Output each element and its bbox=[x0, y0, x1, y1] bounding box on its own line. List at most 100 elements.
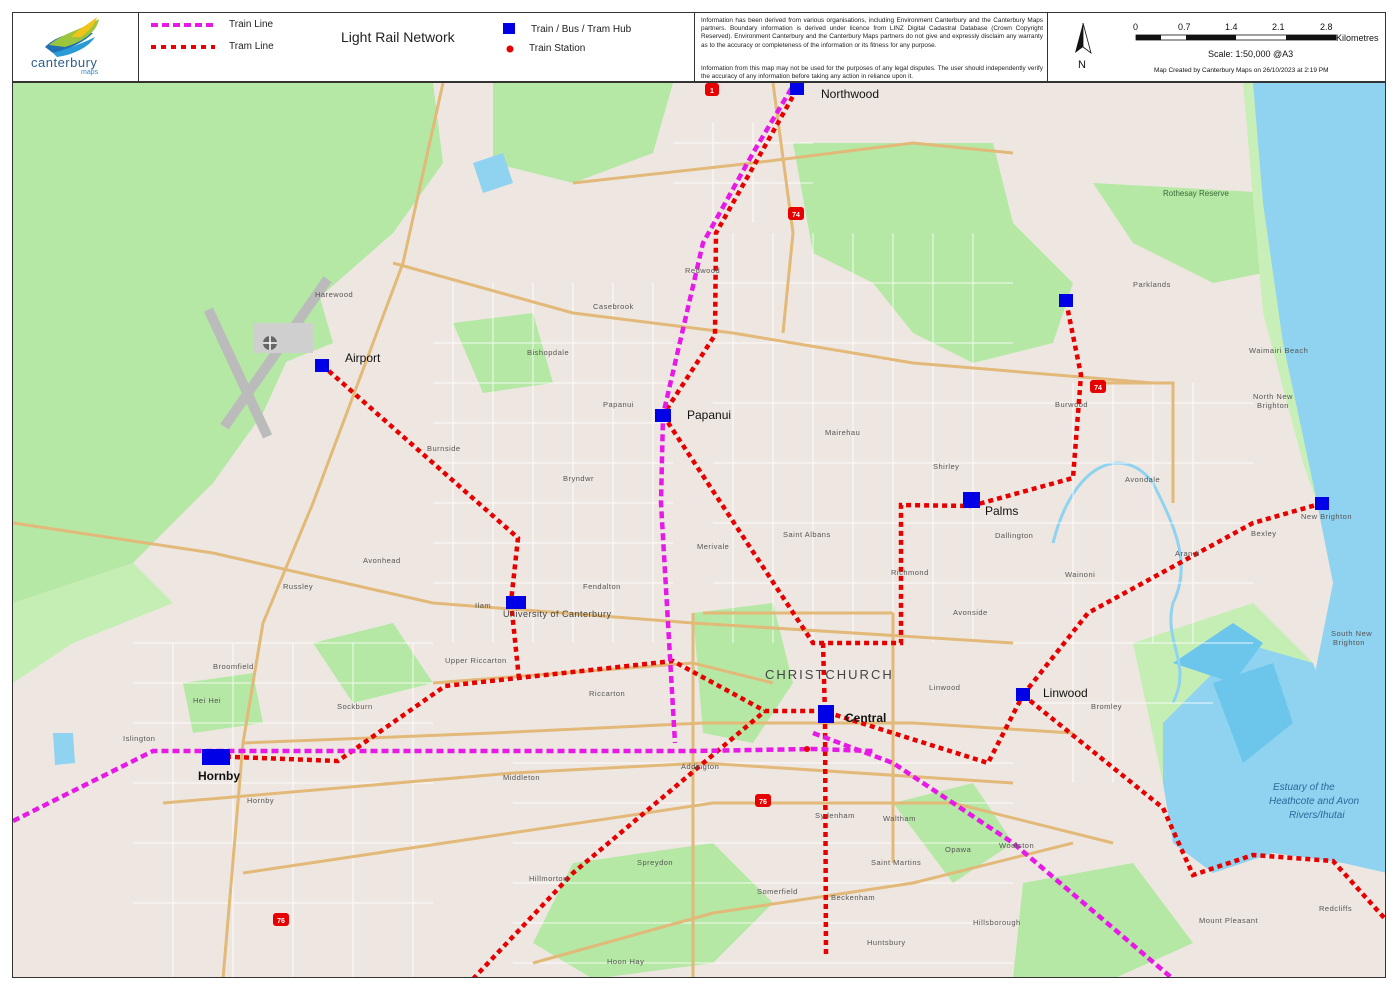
label-estuary-1: Estuary of the bbox=[1273, 782, 1335, 793]
svg-text:76: 76 bbox=[277, 918, 285, 925]
hub-label-hornby: Hornby bbox=[198, 769, 240, 783]
label-south-new-brighton-1: South New bbox=[1331, 629, 1372, 638]
label-hei-hei: Hei Hei bbox=[193, 696, 221, 705]
label-rothesay-reserve: Rothesay Reserve bbox=[1163, 189, 1229, 198]
label-north-new-brighton-2: Brighton bbox=[1257, 401, 1289, 410]
label-parklands: Parklands bbox=[1133, 280, 1171, 289]
svg-text:74: 74 bbox=[792, 212, 800, 219]
logo-sub: maps bbox=[81, 69, 99, 76]
hub-hornby[interactable] bbox=[202, 749, 230, 765]
disclaimer-panel: Information has been derived from variou… bbox=[695, 13, 1048, 81]
hub-label-papanui: Papanui bbox=[687, 408, 731, 422]
label-sydenham: Sydenham bbox=[815, 811, 855, 820]
label-shirley: Shirley bbox=[933, 462, 959, 471]
label-bishopdale: Bishopdale bbox=[527, 348, 569, 357]
label-woolston: Woolston bbox=[999, 841, 1034, 850]
hub-airport[interactable] bbox=[315, 359, 329, 372]
hub-label-palms: Palms bbox=[985, 504, 1018, 518]
label-hoon-hay: Hoon Hay bbox=[607, 957, 644, 966]
label-avonhead: Avonhead bbox=[363, 556, 401, 565]
scale-tick-4: 2.8 bbox=[1320, 22, 1333, 32]
label-mount-pleasant: Mount Pleasant bbox=[1199, 916, 1259, 925]
label-middleton: Middleton bbox=[503, 773, 540, 782]
label-st-albans: Saint Albans bbox=[783, 530, 831, 539]
hub-university[interactable] bbox=[506, 596, 526, 609]
label-papanui: Papanui bbox=[603, 400, 634, 409]
hub-label-airport: Airport bbox=[345, 351, 381, 365]
label-new-brighton: New Brighton bbox=[1301, 512, 1352, 521]
train-station-marker bbox=[804, 746, 810, 752]
label-hillmorton: Hillmorton bbox=[529, 874, 568, 883]
label-fendalton: Fendalton bbox=[583, 582, 621, 591]
hub-label-northwood: Northwood bbox=[821, 87, 879, 101]
label-saint-martins: Saint Martins bbox=[871, 858, 921, 867]
north-letter: N bbox=[1078, 59, 1086, 71]
map-area[interactable]: 1 74 74 76 76 Harewood Redwood Casebrook… bbox=[12, 82, 1386, 978]
label-hornby: Hornby bbox=[247, 796, 274, 805]
logo-word: canterbury bbox=[31, 55, 98, 70]
label-redwood: Redwood bbox=[685, 266, 720, 275]
legend-hub-symbol bbox=[503, 23, 515, 34]
hub-northwood[interactable] bbox=[790, 83, 804, 95]
label-sockburn: Sockburn bbox=[337, 702, 373, 711]
label-opawa: Opawa bbox=[945, 845, 972, 854]
label-ilam: Ilam bbox=[475, 601, 491, 610]
label-hillsborough: Hillsborough bbox=[973, 918, 1021, 927]
scale-tick-0: 0 bbox=[1133, 22, 1139, 32]
logo-panel: canterbury maps bbox=[13, 13, 139, 81]
label-bexley: Bexley bbox=[1251, 529, 1277, 538]
label-redcliffs: Redcliffs bbox=[1319, 904, 1352, 913]
label-south-new-brighton-2: Brighton bbox=[1333, 638, 1365, 647]
route-shield-76b: 76 bbox=[273, 913, 289, 926]
label-beckenham: Beckenham bbox=[831, 893, 875, 902]
scale-tick-1: 0.7 bbox=[1178, 22, 1191, 32]
label-richmond: Richmond bbox=[891, 568, 929, 577]
route-shield-76a: 76 bbox=[755, 794, 771, 807]
scale-panel: N 0 0.7 1.4 2.1 2.8 Kilometres Scale: 1:… bbox=[1048, 13, 1385, 81]
legend-hub-label: Train / Bus / Tram Hub bbox=[531, 24, 632, 35]
canterbury-maps-logo-icon bbox=[45, 17, 99, 57]
disclaimer-text-2: Information from this map may not be use… bbox=[701, 65, 1043, 81]
label-merivale: Merivale bbox=[697, 542, 729, 551]
label-avonside: Avonside bbox=[953, 608, 988, 617]
hub-linwood[interactable] bbox=[1016, 688, 1030, 701]
hub-papanui[interactable] bbox=[655, 409, 671, 422]
hub-central[interactable] bbox=[818, 705, 834, 723]
airport-plane-icon bbox=[263, 336, 277, 350]
legend-train-line-label: Train Line bbox=[229, 19, 274, 30]
map-title: Light Rail Network bbox=[341, 29, 455, 45]
svg-text:74: 74 bbox=[1094, 385, 1102, 392]
label-casebrook: Casebrook bbox=[593, 302, 634, 311]
label-spreydon: Spreydon bbox=[637, 858, 673, 867]
label-bromley: Bromley bbox=[1091, 702, 1122, 711]
scale-bar-icon bbox=[1135, 34, 1337, 41]
created-note: Map Created by Canterbury Maps on 26/10/… bbox=[1154, 67, 1329, 74]
label-north-new-brighton-1: North New bbox=[1253, 392, 1293, 401]
map-canvas: 1 74 74 76 76 Harewood Redwood Casebrook… bbox=[13, 83, 1385, 977]
north-arrow-icon bbox=[1075, 22, 1092, 55]
label-mairehau: Mairehau bbox=[825, 428, 860, 437]
legend-station-label: Train Station bbox=[529, 43, 586, 54]
label-huntsbury: Huntsbury bbox=[867, 938, 906, 947]
label-christchurch: CHRISTCHURCH bbox=[765, 667, 894, 682]
label-upper-riccarton: Upper Riccarton bbox=[445, 656, 507, 665]
label-islington: Islington bbox=[123, 734, 155, 743]
map-page: canterbury maps Train Line Tram Line Lig… bbox=[0, 0, 1398, 989]
disclaimer-text-1: Information has been derived from variou… bbox=[701, 17, 1043, 49]
label-waimairi: Waimairi Beach bbox=[1249, 346, 1308, 355]
label-addington: Addington bbox=[681, 762, 719, 771]
hub-parklands[interactable] bbox=[1059, 294, 1073, 307]
scale-tick-3: 2.1 bbox=[1272, 22, 1285, 32]
label-russley: Russley bbox=[283, 582, 313, 591]
label-wainoni: Wainoni bbox=[1065, 570, 1095, 579]
scale-unit: Kilometres bbox=[1336, 33, 1379, 43]
label-dallington: Dallington bbox=[995, 531, 1033, 540]
hub-new-brighton[interactable] bbox=[1315, 497, 1329, 510]
hub-label-university: University of Canterbury bbox=[503, 609, 612, 619]
label-estuary-2: Heathcote and Avon bbox=[1269, 796, 1360, 807]
hub-palms[interactable] bbox=[963, 492, 980, 508]
hub-label-central: Central bbox=[845, 711, 886, 725]
legend-station-symbol bbox=[506, 45, 514, 53]
label-aranui: Aranui bbox=[1175, 549, 1200, 558]
scale-ratio: Scale: 1:50,000 @A3 bbox=[1208, 49, 1294, 59]
